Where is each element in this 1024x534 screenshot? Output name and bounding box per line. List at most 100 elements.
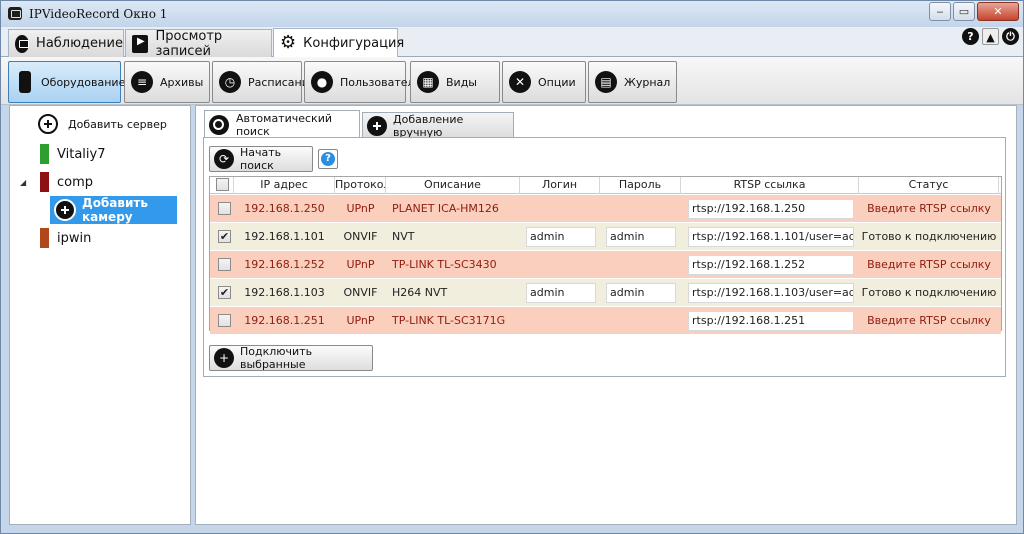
add-server-button[interactable]: Добавить сервер	[38, 114, 167, 134]
ip-cell: 192.168.1.252	[244, 258, 325, 271]
tab-auto-search-label: Автоматический поиск	[236, 111, 332, 138]
ip-cell: 192.168.1.101	[244, 230, 325, 243]
toolbar-equipment-button[interactable]: Оборудование	[8, 61, 125, 103]
tab-configuration-label: Конфигурация	[303, 35, 405, 51]
protocol-cell: UPnP	[346, 258, 375, 271]
archive-icon: ≡	[131, 71, 153, 93]
table-row[interactable]: 192.168.1.251 UPnP TP-LINK TL-SC3171G rt…	[210, 307, 1001, 335]
tree-server-vitaliy7[interactable]: Vitaliy7	[40, 144, 105, 164]
server-name: ipwin	[57, 230, 92, 246]
title-bar: IPVideoRecord Окно 1 ‒ ▭ ✕	[1, 1, 1023, 27]
expand-arrow-icon[interactable]: ◢	[20, 178, 26, 187]
protocol-cell: UPnP	[346, 314, 375, 327]
column-header-login[interactable]: Логин	[520, 177, 600, 194]
column-header-password[interactable]: Пароль	[600, 177, 681, 194]
maximize-button[interactable]: ▭	[953, 2, 975, 21]
row-checkbox[interactable]	[218, 202, 231, 215]
device-icon	[19, 71, 31, 93]
column-header-rtsp[interactable]: RTSP ссылка	[681, 177, 859, 194]
table-row[interactable]: 192.168.1.250 UPnP PLANET ICA-HM126 rtsp…	[210, 195, 1001, 223]
toolbar-journal-label: Журнал	[624, 75, 671, 89]
camera-table: IP адрес Протокол Описание Логин Пароль …	[209, 176, 1002, 335]
plus-circle-icon	[38, 114, 58, 134]
refresh-icon: ⟳	[214, 149, 234, 169]
tree-server-ipwin[interactable]: ipwin	[40, 228, 91, 248]
grid-icon: ▦	[417, 71, 439, 93]
discovery-panel: Автоматический поиск Добавление вручную …	[195, 105, 1017, 525]
login-input[interactable]: admin	[526, 227, 596, 247]
toolbar-schedules-button[interactable]: ◷ Расписания	[212, 61, 316, 103]
status-cell: Введите RTSP ссылку	[867, 258, 991, 271]
select-all-cell	[210, 177, 234, 194]
toolbar-views-label: Виды	[446, 75, 477, 89]
toolbar-archives-button[interactable]: ≡ Архивы	[124, 61, 210, 103]
rtsp-input[interactable]: rtsp://192.168.1.101/user=admin_	[688, 227, 854, 247]
protocol-cell: UPnP	[346, 202, 375, 215]
password-input[interactable]: admin	[606, 227, 676, 247]
help-icon[interactable]: ?	[962, 28, 979, 45]
help-icon: ?	[321, 152, 335, 166]
login-input[interactable]: admin	[526, 283, 596, 303]
column-header-protocol[interactable]: Протокол	[335, 177, 386, 194]
row-checkbox[interactable]	[218, 314, 231, 327]
power-icon[interactable]: ⏻	[1002, 28, 1019, 45]
rtsp-input[interactable]: rtsp://192.168.1.250	[688, 199, 854, 219]
password-input[interactable]: admin	[606, 283, 676, 303]
close-button[interactable]: ✕	[977, 2, 1019, 21]
window-title: IPVideoRecord Окно 1	[29, 7, 168, 21]
row-checkbox[interactable]: ✔	[218, 286, 231, 299]
status-cell: Готово к подключению	[861, 230, 997, 243]
toolbar-archives-label: Архивы	[160, 75, 204, 89]
protocol-cell: ONVIF	[343, 286, 378, 299]
toolbar-views-button[interactable]: ▦ Виды	[410, 61, 500, 103]
server-status-indicator	[40, 144, 49, 164]
description-cell: TP-LINK TL-SC3171G	[392, 314, 506, 327]
start-search-button[interactable]: ⟳ Начать поиск	[209, 146, 313, 172]
tab-auto-search[interactable]: Автоматический поиск	[204, 110, 360, 138]
user-icon: ●	[311, 71, 333, 93]
select-all-checkbox[interactable]	[216, 178, 229, 191]
table-row[interactable]: ✔ 192.168.1.103 ONVIF H264 NVT admin adm…	[210, 279, 1001, 307]
description-cell: NVT	[392, 230, 415, 243]
start-search-label: Начать поиск	[240, 146, 282, 172]
column-header-description[interactable]: Описание	[386, 177, 520, 194]
rtsp-input[interactable]: rtsp://192.168.1.103/user=admin_	[688, 283, 854, 303]
document-icon: ▤	[595, 71, 617, 93]
rtsp-input[interactable]: rtsp://192.168.1.251	[688, 311, 854, 331]
server-name: comp	[57, 174, 94, 190]
tab-monitoring-label: Наблюдение	[36, 36, 123, 51]
toolbar-equipment-label: Оборудование	[41, 75, 126, 89]
tab-manual-add[interactable]: Добавление вручную	[362, 112, 514, 139]
toolbar-users-button[interactable]: ● Пользователи	[304, 61, 422, 103]
search-help-button[interactable]: ?	[318, 149, 338, 169]
film-icon	[132, 34, 149, 53]
toolbar-journal-button[interactable]: ▤ Журнал	[588, 61, 677, 103]
tree-server-comp[interactable]: comp	[40, 172, 93, 192]
config-toolbar: Оборудование ≡ Архивы ◷ Расписания ● Пол…	[1, 57, 1023, 105]
toolbar-options-button[interactable]: ✕ Опции	[502, 61, 586, 103]
description-cell: PLANET ICA-HM126	[392, 202, 499, 215]
plus-circle-icon	[367, 115, 387, 136]
tab-monitoring[interactable]: Наблюдение	[8, 29, 124, 57]
tab-recordings-label: Просмотр записей	[155, 28, 223, 59]
column-header-ip[interactable]: IP адрес	[234, 177, 335, 194]
tab-recordings[interactable]: Просмотр записей	[125, 28, 272, 59]
row-checkbox[interactable]	[218, 258, 231, 271]
tab-configuration[interactable]: Конфигурация	[273, 28, 404, 57]
table-row[interactable]: ✔ 192.168.1.101 ONVIF NVT admin admin rt…	[210, 223, 1001, 251]
collapse-icon[interactable]: ▲	[982, 28, 999, 45]
table-row[interactable]: 192.168.1.252 UPnP TP-LINK TL-SC3430 rts…	[210, 251, 1001, 279]
status-cell: Введите RTSP ссылку	[867, 314, 991, 327]
minimize-button[interactable]: ‒	[929, 2, 951, 21]
connect-selected-button[interactable]: + Подключить выбранные	[209, 345, 373, 371]
rtsp-input[interactable]: rtsp://192.168.1.252	[688, 255, 854, 275]
app-icon	[8, 7, 22, 20]
app-window: IPVideoRecord Окно 1 ‒ ▭ ✕ Наблюдение Пр…	[0, 0, 1024, 534]
column-header-status[interactable]: Статус	[859, 177, 999, 194]
row-checkbox[interactable]: ✔	[218, 230, 231, 243]
monitor-icon	[15, 34, 30, 53]
tab-manual-add-label: Добавление вручную	[393, 112, 464, 139]
add-camera-button[interactable]: Добавить камеру	[50, 196, 177, 224]
server-status-indicator	[40, 228, 49, 248]
magnifier-icon	[209, 114, 229, 135]
